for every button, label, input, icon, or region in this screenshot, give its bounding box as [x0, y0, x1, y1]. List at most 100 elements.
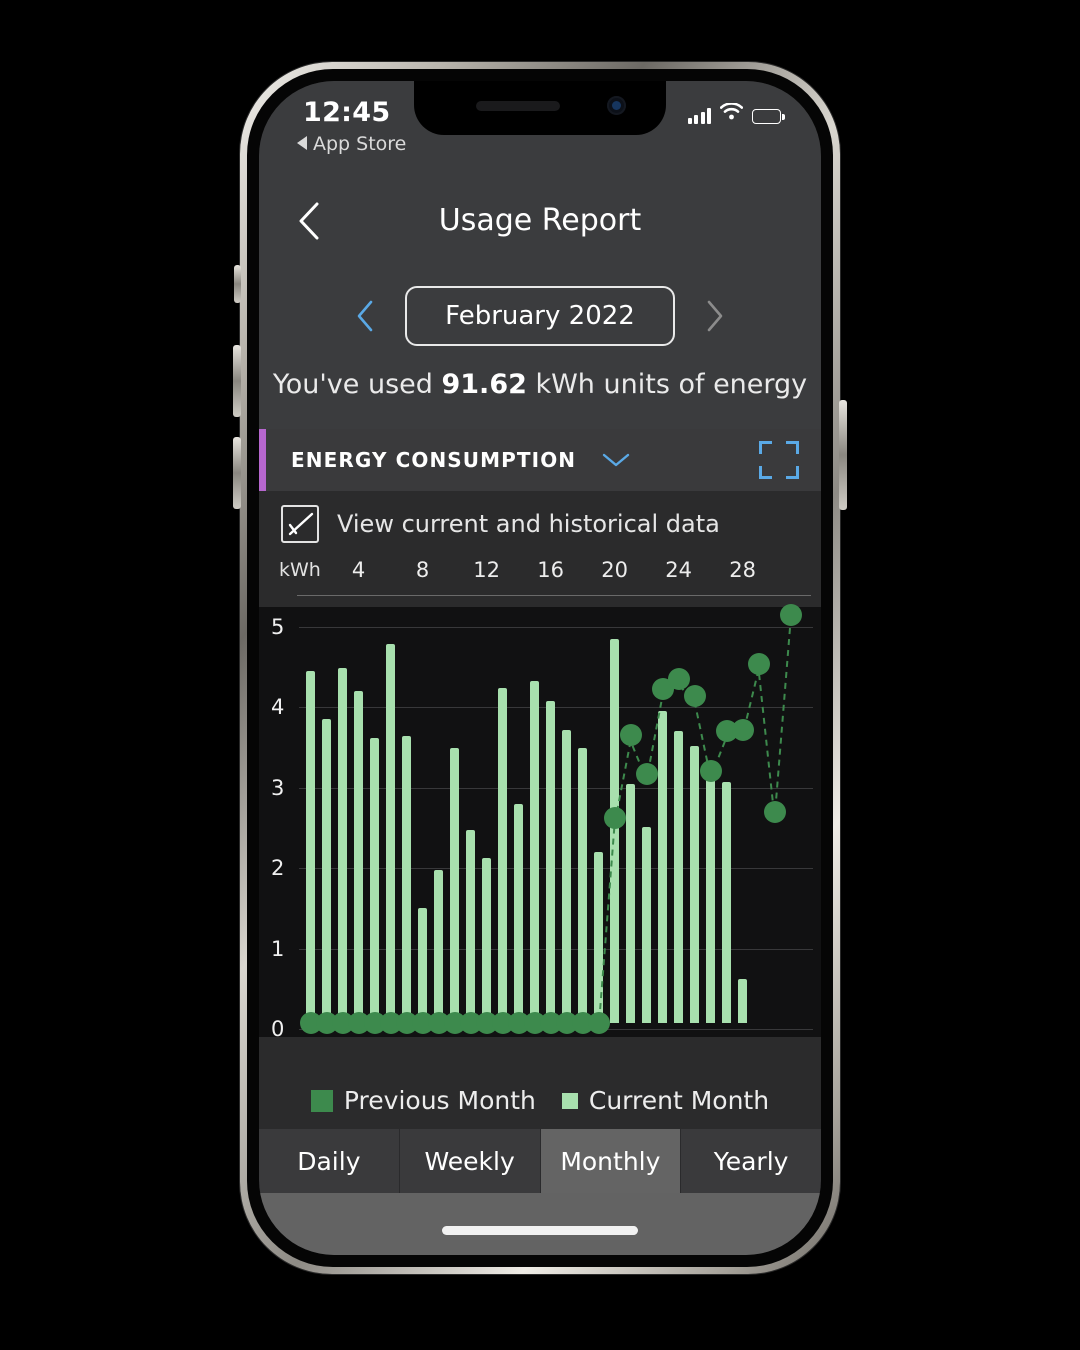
x-axis-top: kWh 4 8 12 16 20 24 28: [259, 555, 821, 597]
marker-dot-22: [635, 762, 658, 785]
next-month-button[interactable]: [695, 292, 735, 340]
x-tick-label-24: 24: [665, 558, 692, 582]
checkbox-box[interactable]: [281, 505, 319, 543]
bar-day-16: [546, 701, 556, 1023]
back-to-app-link[interactable]: App Store: [297, 133, 406, 155]
usage-value: 91.62: [441, 369, 527, 400]
legend-item-previous: Previous Month: [310, 1086, 536, 1115]
checkbox-label: View current and historical data: [337, 510, 720, 538]
x-tick-label-28: 28: [729, 558, 756, 582]
bar-day-27: [722, 781, 732, 1023]
status-icons: [687, 102, 785, 124]
bar-day-3: [338, 667, 348, 1023]
volume-down-button[interactable]: [233, 437, 241, 509]
y-tick-label-0: 0: [271, 1017, 285, 1041]
section-accent-bar: [259, 429, 266, 491]
usage-prefix: You've used: [272, 369, 442, 400]
bar-day-10: [450, 748, 460, 1023]
back-to-app-label: App Store: [313, 133, 407, 155]
bar-day-21: [626, 784, 636, 1023]
legend-label-current: Current Month: [588, 1086, 770, 1115]
marker-dot-26: [699, 760, 722, 783]
silence-switch[interactable]: [234, 265, 241, 303]
bar-day-23: [658, 711, 668, 1023]
usage-suffix: kWh units of energy: [526, 369, 808, 400]
section-title: ENERGY CONSUMPTION: [291, 448, 577, 472]
cellular-signal-icon: [687, 108, 711, 124]
bar-day-6: [386, 643, 396, 1023]
y-tick-label-4: 4: [271, 695, 285, 720]
bar-day-24: [674, 731, 684, 1023]
nav-header: Usage Report: [259, 181, 821, 261]
bar-day-13: [498, 687, 508, 1023]
bar-day-11: [466, 830, 476, 1023]
marker-dot-19: [587, 1012, 610, 1034]
historical-data-checkbox[interactable]: View current and historical data: [281, 505, 720, 543]
x-tick-label-8: 8: [415, 558, 430, 582]
bar-day-19: [594, 851, 604, 1023]
bar-day-1: [306, 670, 316, 1023]
bar-day-22: [642, 826, 652, 1023]
chart-plot-area[interactable]: 0 1 2 3 4 5: [259, 603, 821, 1041]
tab-yearly[interactable]: Yearly: [681, 1129, 821, 1193]
tab-weekly[interactable]: Weekly: [399, 1129, 541, 1193]
battery-icon: [752, 109, 785, 124]
marker-dot-31: [779, 603, 802, 626]
y-tick-label-2: 2: [271, 856, 285, 881]
plot-inner: 0 1 2 3 4 5: [259, 603, 821, 1041]
legend-item-current: Current Month: [561, 1086, 770, 1115]
y-tick-label-1: 1: [271, 936, 285, 961]
wifi-icon: [719, 102, 744, 124]
tab-monthly[interactable]: Monthly: [540, 1129, 682, 1193]
x-tick-label-20: 20: [601, 558, 628, 582]
bar-day-5: [370, 737, 380, 1023]
marker-dot-21: [619, 724, 642, 747]
status-time: 12:45: [303, 97, 391, 128]
power-button[interactable]: [839, 400, 847, 510]
gridline-5: [299, 627, 813, 628]
bar-day-18: [578, 748, 588, 1023]
volume-up-button[interactable]: [233, 345, 241, 417]
bar-day-15: [530, 681, 540, 1023]
phone-screen: 12:45 App Store Usage Report February 20…: [259, 81, 821, 1255]
legend-label-previous: Previous Month: [343, 1086, 536, 1115]
x-axis-rule: [297, 595, 811, 596]
triangle-left-icon: [297, 133, 308, 155]
legend-swatch-current: [561, 1092, 578, 1109]
front-camera-icon: [607, 96, 626, 115]
chevron-down-icon[interactable]: [602, 452, 630, 468]
marker-dot-20: [603, 806, 626, 829]
x-axis-unit-label: kWh: [279, 559, 321, 581]
gridline-4: [299, 707, 813, 709]
bar-day-14: [514, 803, 524, 1023]
fullscreen-expand-icon[interactable]: [759, 441, 799, 479]
month-selector: February 2022: [259, 286, 821, 346]
current-month-label[interactable]: February 2022: [405, 286, 675, 346]
chart-legend: Previous Month Current Month: [259, 1086, 821, 1115]
bar-day-17: [562, 730, 572, 1023]
previous-month-button[interactable]: [345, 292, 385, 340]
section-header: ENERGY CONSUMPTION: [259, 429, 821, 491]
bar-day-20: [610, 638, 620, 1023]
tab-daily[interactable]: Daily: [259, 1129, 400, 1193]
bar-day-9: [434, 870, 444, 1023]
y-tick-label-3: 3: [271, 775, 285, 800]
y-tick-label-5: 5: [271, 615, 285, 639]
bar-day-7: [402, 735, 412, 1023]
x-tick-label-16: 16: [537, 558, 564, 582]
home-indicator[interactable]: [442, 1226, 638, 1235]
x-tick-label-4: 4: [351, 558, 366, 582]
notch: [414, 81, 666, 135]
bar-day-4: [354, 690, 364, 1023]
bar-day-25: [690, 745, 700, 1023]
month-selector-area: February 2022 You've used 91.62 kWh unit…: [259, 261, 821, 429]
bar-day-8: [418, 908, 428, 1023]
period-tab-bar: Daily Weekly Monthly Yearly: [259, 1129, 821, 1193]
checkmark-icon: [288, 512, 314, 536]
earpiece-speaker-icon: [476, 101, 560, 111]
phone-frame: 12:45 App Store Usage Report February 20…: [240, 62, 840, 1274]
phone-bezel: 12:45 App Store Usage Report February 20…: [247, 69, 833, 1267]
bar-day-2: [322, 719, 332, 1023]
marker-dot-29: [747, 652, 770, 675]
page-title: Usage Report: [438, 203, 642, 238]
